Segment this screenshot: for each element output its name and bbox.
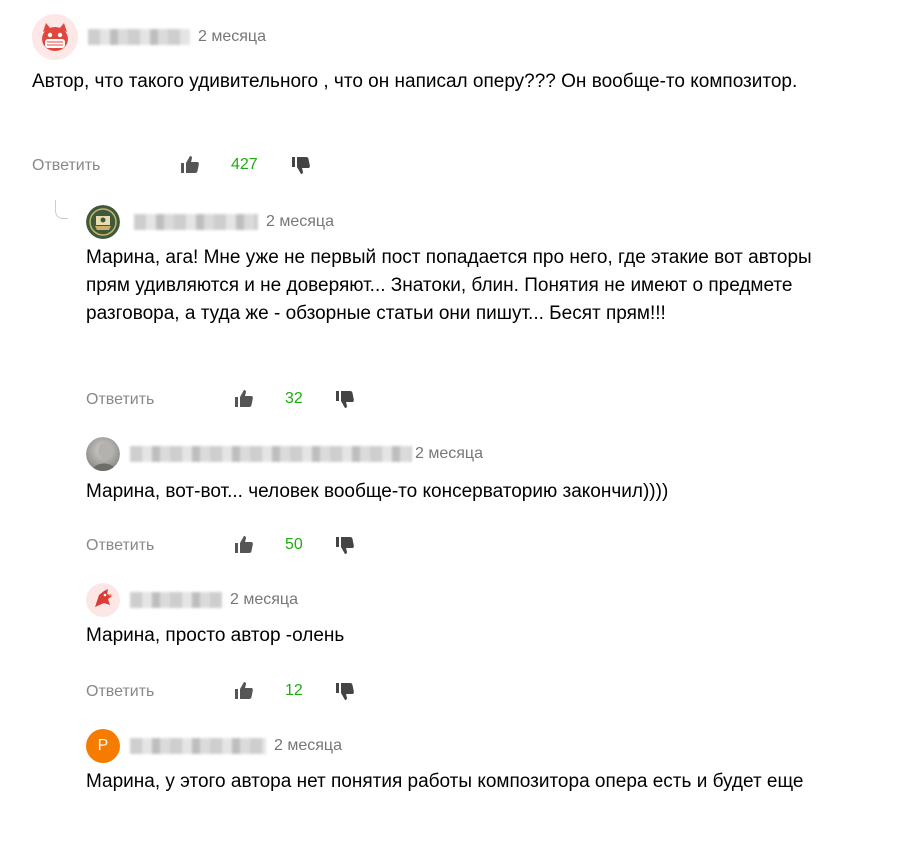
like-count: 12 (285, 682, 303, 699)
reply-button[interactable]: Ответить (32, 157, 100, 175)
letter-avatar-icon[interactable]: Р (86, 729, 120, 763)
comment-header: 2 месяца (86, 437, 483, 471)
thumbs-up-icon[interactable] (234, 680, 254, 700)
like-count: 50 (285, 536, 303, 553)
comment-header: 2 месяца (32, 14, 266, 60)
comment-header: 2 месяца (86, 205, 334, 239)
thumbs-up-icon[interactable] (180, 154, 200, 174)
comment-time: 2 месяца (230, 591, 298, 608)
author-name-blurred[interactable] (130, 738, 266, 754)
comment-time: 2 месяца (274, 737, 342, 754)
thumbs-down-icon[interactable] (335, 682, 355, 702)
like-count: 427 (231, 156, 258, 173)
comment-text: Марина, вот-вот... человек вообще-то кон… (86, 481, 669, 502)
author-name-blurred[interactable] (130, 592, 222, 608)
comment-time: 2 месяца (266, 213, 334, 230)
comment-header: Р 2 месяца (86, 729, 342, 763)
comment-time: 2 месяца (415, 445, 483, 462)
comment-actions: Ответить 12 (86, 680, 354, 704)
avatar-letter: Р (97, 737, 109, 754)
comment-actions: Ответить 32 (86, 388, 354, 412)
like-count: 32 (285, 390, 303, 407)
comment-header: 2 месяца (86, 583, 298, 617)
red-cat-mask-avatar-icon[interactable] (32, 14, 78, 60)
thumbs-down-icon[interactable] (291, 156, 311, 176)
reply-button[interactable]: Ответить (86, 683, 154, 701)
comment-actions: Ответить 427 (32, 154, 310, 178)
author-name-blurred[interactable] (88, 29, 190, 45)
thumbs-down-icon[interactable] (335, 390, 355, 410)
comment-text: Марина, просто автор -олень (86, 625, 345, 646)
reply-button[interactable]: Ответить (86, 391, 154, 409)
comment-text: Марина, ага! Мне уже не первый пост попа… (86, 247, 812, 324)
comment-actions: Ответить 50 (86, 534, 354, 558)
green-emblem-avatar-icon[interactable] (86, 205, 120, 239)
author-name-blurred[interactable] (130, 446, 412, 462)
reply-button[interactable]: Ответить (86, 537, 154, 555)
author-name-blurred[interactable] (134, 214, 258, 230)
thumbs-up-icon[interactable] (234, 388, 254, 408)
comment-text: Марина, у этого автора нет понятия работ… (86, 771, 804, 792)
comment-time: 2 месяца (198, 28, 266, 45)
thread-connector (55, 200, 68, 219)
photo-avatar-icon[interactable] (86, 437, 120, 471)
comment-text: Автор, что такого удивительного , что он… (32, 71, 798, 92)
thumbs-up-icon[interactable] (234, 534, 254, 554)
red-bird-avatar-icon[interactable] (86, 583, 120, 617)
thumbs-down-icon[interactable] (335, 536, 355, 556)
